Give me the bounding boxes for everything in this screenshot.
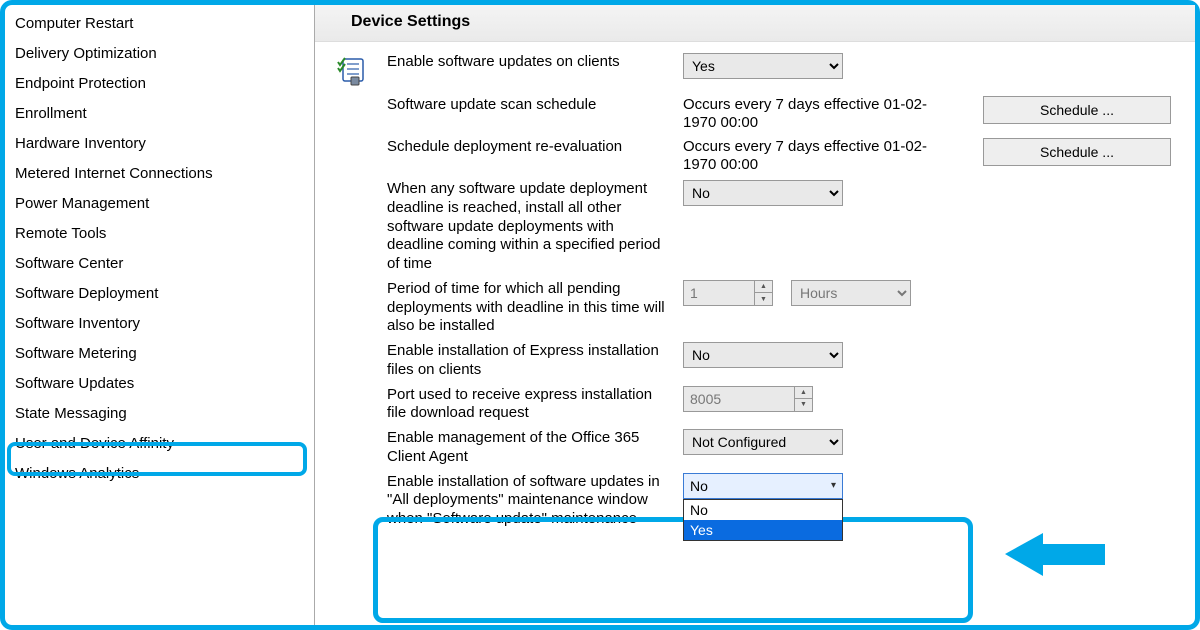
- sidebar-item-software-metering[interactable]: Software Metering: [5, 339, 314, 369]
- label-maint-window: Enable installation of software updates …: [387, 473, 683, 529]
- spinner-down-icon[interactable]: ▼: [795, 399, 812, 411]
- label-scan-schedule: Software update scan schedule: [387, 96, 683, 115]
- checklist-icon: [335, 55, 367, 90]
- spinner-up-icon[interactable]: ▲: [755, 281, 772, 294]
- sidebar-item-software-updates[interactable]: Software Updates: [5, 369, 314, 399]
- select-deadline-install[interactable]: No: [683, 180, 843, 206]
- chevron-down-icon: ▾: [831, 480, 836, 491]
- label-o365: Enable management of the Office 365 Clie…: [387, 429, 683, 467]
- sidebar-item-remote-tools[interactable]: Remote Tools: [5, 219, 314, 249]
- button-reeval[interactable]: Schedule ...: [983, 138, 1171, 166]
- spinner-period-value[interactable]: ▲ ▼: [683, 280, 773, 306]
- sidebar-item-metered-connections[interactable]: Metered Internet Connections: [5, 159, 314, 189]
- sidebar-item-hardware-inventory[interactable]: Hardware Inventory: [5, 129, 314, 159]
- row-period: Period of time for which all pending dep…: [315, 277, 1195, 339]
- row-express: Enable installation of Express installat…: [315, 339, 1195, 383]
- settings-main-panel: Device Settings: [315, 5, 1195, 625]
- label-deadline-install: When any software update deployment dead…: [387, 180, 683, 274]
- select-period-unit: Hours: [791, 280, 911, 306]
- settings-category-sidebar: Computer Restart Delivery Optimization E…: [5, 5, 315, 625]
- sidebar-item-endpoint-protection[interactable]: Endpoint Protection: [5, 69, 314, 99]
- select-maint-window[interactable]: No ▾ No Yes: [683, 473, 843, 499]
- settings-body: Enable software updates on clients Yes S…: [315, 42, 1195, 532]
- label-port: Port used to receive express installatio…: [387, 386, 683, 424]
- input-period-value: [684, 285, 754, 301]
- sidebar-item-user-device-affinity[interactable]: User and Device Affinity: [5, 429, 314, 459]
- row-scan-schedule: Software update scan schedule Occurs eve…: [315, 93, 1195, 135]
- sidebar-item-computer-restart[interactable]: Computer Restart: [5, 9, 314, 39]
- row-reeval: Schedule deployment re-evaluation Occurs…: [315, 135, 1195, 177]
- text-reeval: Occurs every 7 days effective 01-02-1970…: [683, 138, 943, 174]
- sidebar-item-windows-analytics[interactable]: Windows Analytics: [5, 459, 314, 489]
- spinner-up-icon[interactable]: ▲: [795, 387, 812, 400]
- row-deadline-install: When any software update deployment dead…: [315, 177, 1195, 277]
- row-enable-updates: Enable software updates on clients Yes: [315, 50, 1195, 93]
- row-o365: Enable management of the Office 365 Clie…: [315, 426, 1195, 470]
- input-port: [684, 391, 794, 407]
- sidebar-item-software-deployment[interactable]: Software Deployment: [5, 279, 314, 309]
- sidebar-item-delivery-optimization[interactable]: Delivery Optimization: [5, 39, 314, 69]
- sidebar-item-software-inventory[interactable]: Software Inventory: [5, 309, 314, 339]
- sidebar-item-state-messaging[interactable]: State Messaging: [5, 399, 314, 429]
- row-maint-window: Enable installation of software updates …: [315, 470, 1195, 532]
- label-enable-updates: Enable software updates on clients: [387, 53, 683, 72]
- sidebar-item-power-management[interactable]: Power Management: [5, 189, 314, 219]
- annotation-arrow-icon: [1005, 527, 1105, 585]
- window-frame: Computer Restart Delivery Optimization E…: [0, 0, 1200, 630]
- annotation-highlight-box: [373, 517, 973, 623]
- select-enable-updates[interactable]: Yes: [683, 53, 843, 79]
- select-express[interactable]: No: [683, 342, 843, 368]
- spinner-port[interactable]: ▲ ▼: [683, 386, 813, 412]
- button-scan-schedule[interactable]: Schedule ...: [983, 96, 1171, 124]
- spinner-down-icon[interactable]: ▼: [755, 293, 772, 305]
- select-maint-window-value: No: [690, 478, 708, 494]
- label-reeval: Schedule deployment re-evaluation: [387, 138, 683, 157]
- panel-title: Device Settings: [315, 5, 1195, 42]
- text-scan-schedule: Occurs every 7 days effective 01-02-1970…: [683, 96, 943, 132]
- row-port: Port used to receive express installatio…: [315, 383, 1195, 427]
- select-maint-window-options: No Yes: [683, 499, 843, 541]
- sidebar-item-software-center[interactable]: Software Center: [5, 249, 314, 279]
- select-o365[interactable]: Not Configured: [683, 429, 843, 455]
- sidebar-item-enrollment[interactable]: Enrollment: [5, 99, 314, 129]
- label-period: Period of time for which all pending dep…: [387, 280, 683, 336]
- label-express: Enable installation of Express installat…: [387, 342, 683, 380]
- option-yes[interactable]: Yes: [684, 520, 842, 540]
- option-no[interactable]: No: [684, 500, 842, 520]
